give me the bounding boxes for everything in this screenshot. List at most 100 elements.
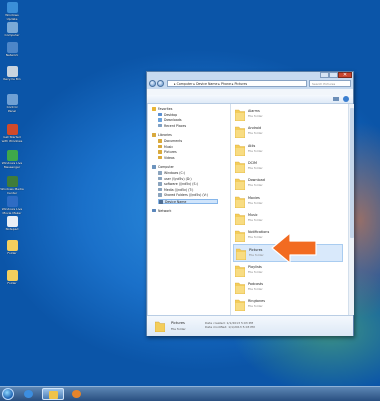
folder-icon bbox=[235, 300, 245, 312]
nav-item[interactable]: software (\\nd5v) (S:) bbox=[158, 182, 218, 187]
desktop-shortcut-icon bbox=[6, 216, 18, 227]
start-button[interactable] bbox=[2, 388, 14, 400]
desktop-icon-label: Windows Update bbox=[5, 13, 19, 21]
nav-item-label: Network bbox=[158, 208, 172, 213]
downloads-icon bbox=[158, 118, 162, 122]
nav-item[interactable]: Favorites bbox=[152, 107, 218, 112]
minimize-button[interactable] bbox=[320, 72, 329, 78]
taskbar-media-player-button[interactable] bbox=[66, 388, 88, 400]
folder-icon bbox=[235, 230, 245, 243]
explorer-window: ✕ ▸ Computer ▸ Device Name ▸ Phone ▸ Pic… bbox=[146, 71, 354, 336]
folder-type: File folder bbox=[249, 253, 264, 258]
folder-icon bbox=[235, 178, 245, 191]
folder-icon bbox=[235, 213, 245, 225]
navigation-pane[interactable]: Favorites Desktop Downloads Recent Places Li… bbox=[148, 104, 231, 315]
folder-name: Playlists bbox=[248, 264, 262, 269]
desktop-shortcut-icon bbox=[6, 2, 18, 13]
desktop-icon[interactable]: Control Panel bbox=[1, 94, 23, 113]
desktop-icon[interactable]: Notepad bbox=[1, 216, 23, 232]
nav-item[interactable]: Documents bbox=[158, 139, 218, 144]
nav-item-label: Documents bbox=[164, 139, 183, 143]
folder-item[interactable]: Alarms File folder bbox=[233, 106, 343, 124]
desktop-shortcut-icon bbox=[6, 42, 18, 53]
desktop-icon[interactable]: Computer bbox=[1, 22, 23, 38]
nav-item-label: Downloads bbox=[164, 118, 182, 123]
nav-item-label: Shared Folders (\\nd5v) (V:) bbox=[164, 193, 208, 198]
documents-icon bbox=[158, 139, 162, 143]
nav-item[interactable]: Device Name bbox=[158, 199, 218, 204]
desktop-shortcut-icon bbox=[6, 196, 18, 207]
desktop-icon[interactable]: Folder bbox=[1, 270, 23, 286]
desktop-icon[interactable]: Windows Update bbox=[1, 2, 23, 21]
nav-item[interactable]: Videos bbox=[158, 155, 218, 161]
desktop-icon[interactable]: Get Started with Windows bbox=[1, 124, 23, 143]
desktop-icon[interactable]: Network bbox=[1, 42, 23, 58]
folder-item[interactable]: Download File folder bbox=[233, 175, 343, 193]
maximize-button[interactable] bbox=[329, 72, 338, 78]
back-button[interactable] bbox=[149, 80, 156, 87]
desktop-icon-label: Windows Media Center bbox=[0, 187, 24, 195]
folder-type: File folder bbox=[248, 148, 263, 153]
folder-name: Podcasts bbox=[248, 282, 263, 286]
folder-icon bbox=[49, 391, 58, 399]
desktop-icon[interactable]: Windows Live Messenger bbox=[1, 150, 23, 169]
nav-item[interactable]: Pictures bbox=[158, 150, 218, 155]
desktop-icon[interactable]: Recycle Bin bbox=[1, 66, 23, 82]
taskbar-explorer-button[interactable] bbox=[42, 388, 64, 400]
nav-item[interactable]: Libraries bbox=[152, 133, 218, 138]
nav-item[interactable]: Network bbox=[152, 208, 218, 214]
folder-type: File folder bbox=[248, 217, 263, 222]
folder-item[interactable]: Atlis File folder bbox=[233, 141, 343, 159]
system-tray[interactable] bbox=[354, 389, 376, 399]
desktop-icon[interactable]: Windows Media Center bbox=[0, 176, 24, 195]
nav-item-label: software (\\nd5v) (S:) bbox=[164, 182, 198, 187]
folder-name: Movies bbox=[248, 195, 260, 200]
nav-item-label: Device Name bbox=[165, 200, 187, 204]
nav-item[interactable]: Media (\\nd5v) (T:) bbox=[158, 187, 218, 193]
folder-type: File folder bbox=[248, 131, 263, 136]
search-input[interactable]: Search Pictures bbox=[309, 80, 351, 87]
folder-item[interactable]: Movies File folder bbox=[233, 193, 343, 211]
nav-item-label: Computer bbox=[158, 165, 174, 170]
folder-item[interactable]: Podcasts File folder bbox=[233, 279, 343, 297]
nav-item[interactable]: Shared Folders (\\nd5v) (V:) bbox=[158, 193, 218, 198]
details-date-modified: Date modified: 1/1/2013 5:03 PM bbox=[205, 325, 255, 329]
nav-item[interactable]: Windows (C:) bbox=[158, 171, 218, 176]
drive-icon bbox=[158, 171, 162, 175]
desktop-shortcut-icon bbox=[6, 240, 18, 251]
folder-item[interactable]: Music File folder bbox=[233, 210, 343, 228]
scrollbar-thumb[interactable] bbox=[349, 108, 354, 238]
help-icon[interactable] bbox=[343, 96, 349, 102]
title-bar[interactable]: ✕ bbox=[147, 72, 353, 79]
nav-item[interactable]: Music bbox=[158, 144, 218, 150]
forward-button[interactable] bbox=[157, 80, 164, 87]
nav-item[interactable]: user (\\nd5v) (D:) bbox=[158, 176, 218, 182]
folder-icon bbox=[235, 161, 245, 173]
phone-icon bbox=[159, 200, 163, 204]
nav-item[interactable]: Desktop bbox=[158, 112, 218, 118]
folder-list[interactable]: Alarms File folder Android File folder Atlis… bbox=[231, 104, 348, 315]
nav-item[interactable]: Computer bbox=[152, 165, 218, 170]
desktop-shortcut-icon bbox=[6, 94, 18, 105]
view-options-icon[interactable] bbox=[333, 97, 339, 101]
taskbar bbox=[0, 386, 380, 401]
vertical-scrollbar[interactable] bbox=[348, 104, 354, 315]
folder-type: File folder bbox=[248, 269, 263, 274]
details-pane: Pictures File folder Date created: 1/1/2… bbox=[147, 315, 353, 336]
close-button[interactable]: ✕ bbox=[338, 72, 352, 78]
pictures-icon bbox=[158, 150, 162, 154]
folder-item[interactable]: Ringtones File folder bbox=[233, 296, 343, 314]
folder-name: Ringtones bbox=[248, 299, 266, 304]
desktop-icon[interactable]: Windows Live Movie Maker bbox=[1, 196, 23, 215]
desktop-icon[interactable]: Folder bbox=[1, 240, 23, 256]
folder-icon bbox=[155, 321, 165, 332]
nav-item[interactable]: Recent Places bbox=[158, 123, 218, 129]
folder-item[interactable]: Android File folder bbox=[233, 123, 343, 141]
folder-name: Download bbox=[248, 178, 265, 183]
taskbar-ie-button[interactable] bbox=[18, 388, 40, 400]
desktop-shortcut-icon bbox=[6, 270, 18, 281]
folder-item[interactable]: DCIM File folder bbox=[233, 158, 343, 176]
desktop-shortcut-icon bbox=[6, 176, 18, 187]
nav-item[interactable]: Downloads bbox=[158, 118, 218, 123]
address-bar[interactable]: ▸ Computer ▸ Device Name ▸ Phone ▸ Pictu… bbox=[167, 80, 307, 87]
